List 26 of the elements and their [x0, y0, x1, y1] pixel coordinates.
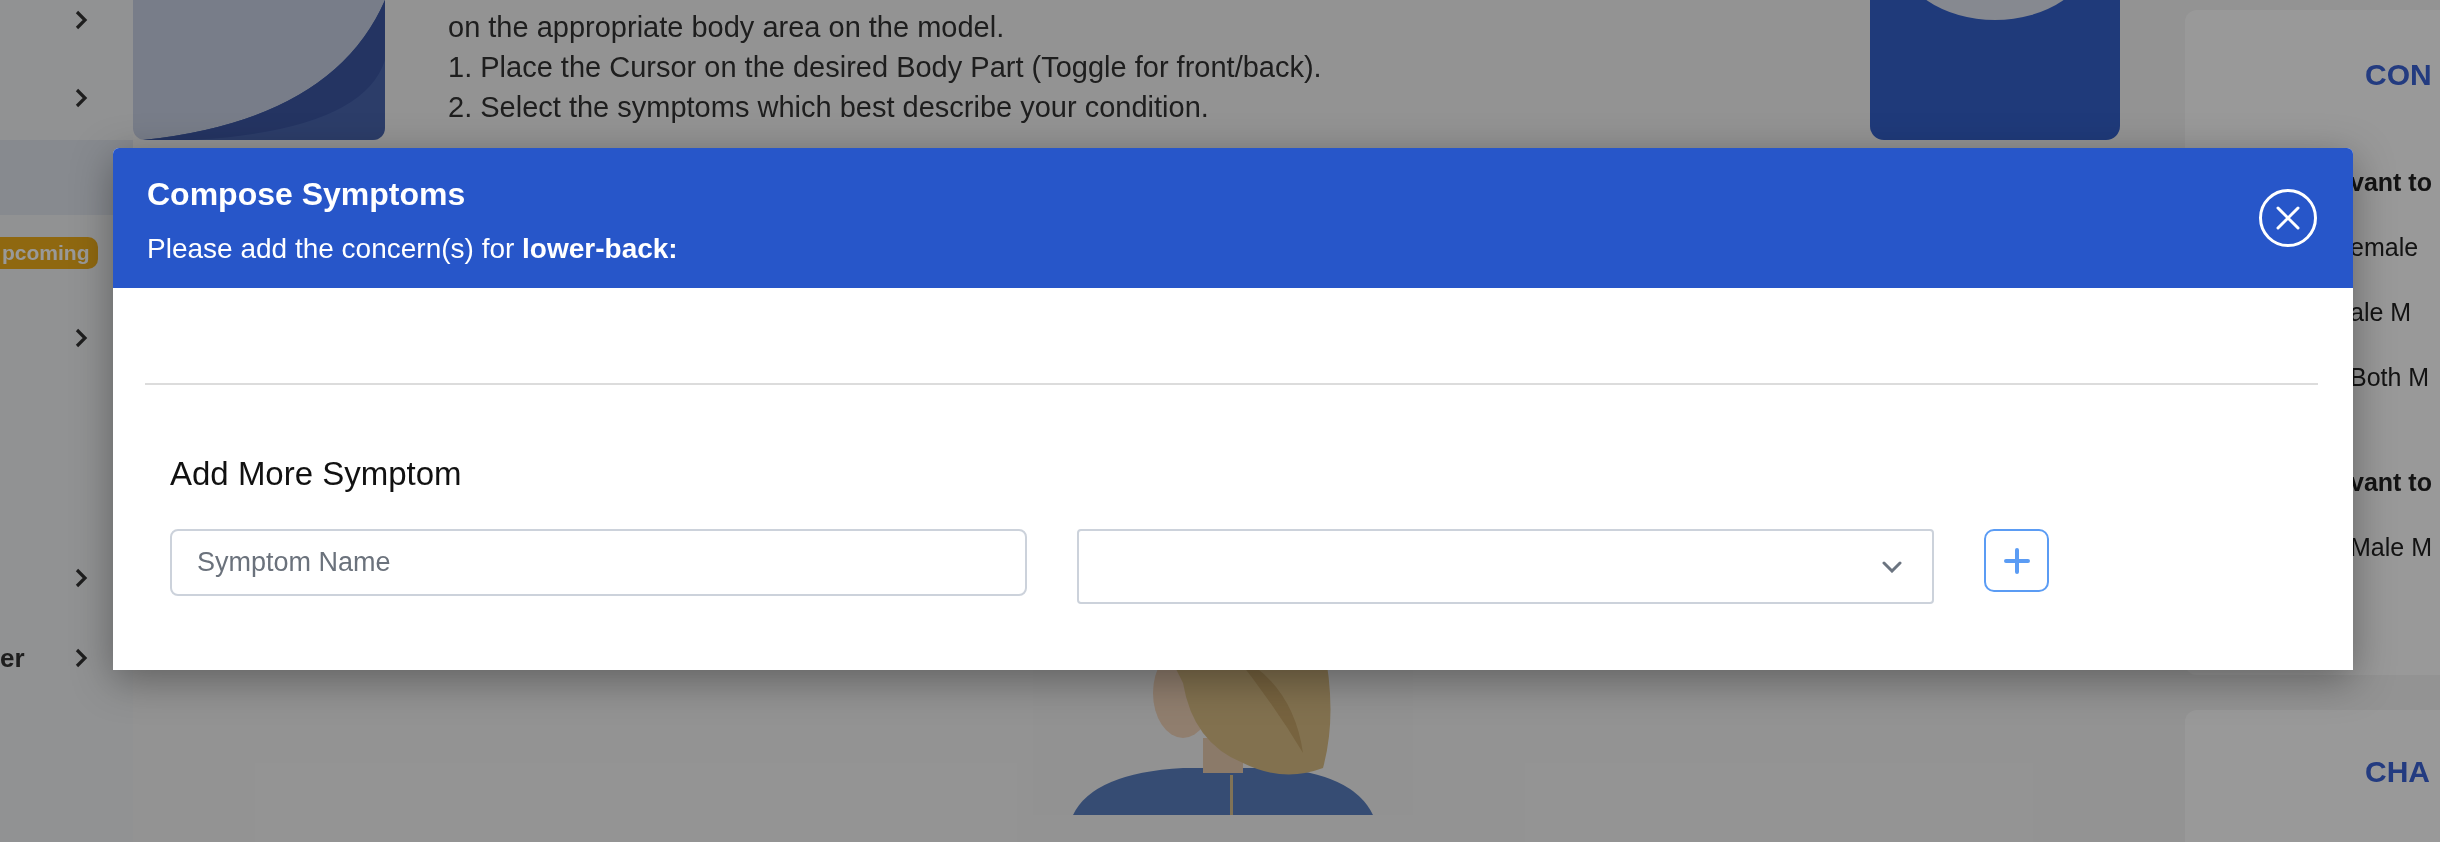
modal-title: Compose Symptoms	[147, 175, 467, 213]
chevron-right-icon	[74, 567, 88, 589]
add-button[interactable]	[1984, 529, 2049, 592]
dropdown-field[interactable]	[1077, 529, 1934, 604]
chevron-down-icon	[1882, 560, 1902, 573]
status-badge: pcoming	[0, 237, 98, 269]
close-button[interactable]	[2258, 188, 2318, 248]
chevron-right-icon	[74, 87, 88, 109]
sidebar-item[interactable]: er	[0, 642, 88, 674]
option-label: Male M	[2349, 533, 2433, 563]
chevron-right-icon	[74, 647, 88, 669]
instruction-text: 2. Select the symptoms which best describe your condition.	[448, 90, 1210, 125]
instruction-text: 1. Place the Cursor on the desired Body Part (Toggle for front/back).	[448, 50, 1323, 85]
option-label: emale	[2349, 233, 2420, 263]
card-heading: CHA	[2364, 754, 2431, 789]
chevron-right-icon	[74, 9, 88, 31]
chevron-right-icon	[74, 327, 88, 349]
modal-subtitle: Please add the concern(s) for lower-back:	[147, 232, 678, 265]
symptom-name-field[interactable]: Symptom Name	[170, 529, 1027, 596]
question-text: vant to	[2349, 468, 2433, 498]
instruction-text: on the appropriate body area on the model.	[448, 10, 1006, 45]
plus-icon	[2003, 547, 2030, 574]
section-title: Add More Symptom	[170, 455, 463, 493]
card-heading: CON	[2364, 57, 2433, 93]
question-text: vant to	[2349, 168, 2433, 198]
close-icon	[2258, 188, 2318, 248]
